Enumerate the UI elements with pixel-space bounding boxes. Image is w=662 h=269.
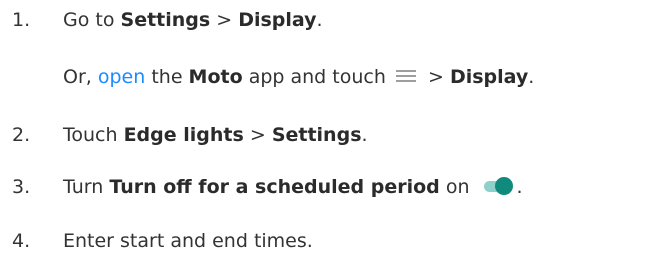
open-link[interactable]: open — [98, 66, 145, 88]
display-label: Display — [238, 9, 317, 31]
separator: > — [421, 66, 450, 88]
step-number: 2. — [12, 124, 31, 146]
step-text: Or, open the Moto app and touch > Displa… — [63, 62, 534, 92]
settings-label: Settings — [271, 124, 362, 146]
step-number: 3. — [12, 176, 31, 198]
step-text: Go to Settings > Display. — [63, 5, 323, 35]
text-fragment: the — [145, 66, 189, 88]
moto-app-label: Moto — [188, 66, 243, 88]
edge-lights-label: Edge lights — [123, 124, 244, 146]
separator: > — [210, 9, 239, 31]
text-fragment: Go to — [63, 9, 121, 31]
separator: > — [243, 124, 272, 146]
menu-icon — [395, 70, 416, 82]
text-fragment: Or, — [63, 66, 98, 88]
display-label: Display — [449, 66, 529, 88]
instruction-steps: 1. Go to Settings > Display. Or, open th… — [0, 0, 662, 269]
step-text: Touch Edge lights > Settings. — [63, 120, 368, 150]
step-number: 1. — [12, 9, 31, 31]
period: . — [361, 124, 368, 146]
scheduled-period-option-label: Turn off for a scheduled period — [109, 176, 440, 198]
step-number: 4. — [12, 230, 31, 252]
text-fragment: app and touch — [242, 66, 392, 88]
step-text: Turn Turn off for a scheduled period on … — [63, 172, 523, 202]
text-fragment: Touch — [63, 124, 124, 146]
period: . — [316, 9, 323, 31]
step-text: Enter start and end times. — [63, 230, 313, 252]
toggle-knob — [494, 177, 513, 195]
period: . — [528, 66, 535, 88]
period: . — [516, 176, 523, 198]
toggle-on-icon — [482, 177, 516, 195]
settings-label: Settings — [120, 9, 211, 31]
text-fragment: Turn — [63, 176, 110, 198]
text-fragment: on — [439, 176, 476, 198]
